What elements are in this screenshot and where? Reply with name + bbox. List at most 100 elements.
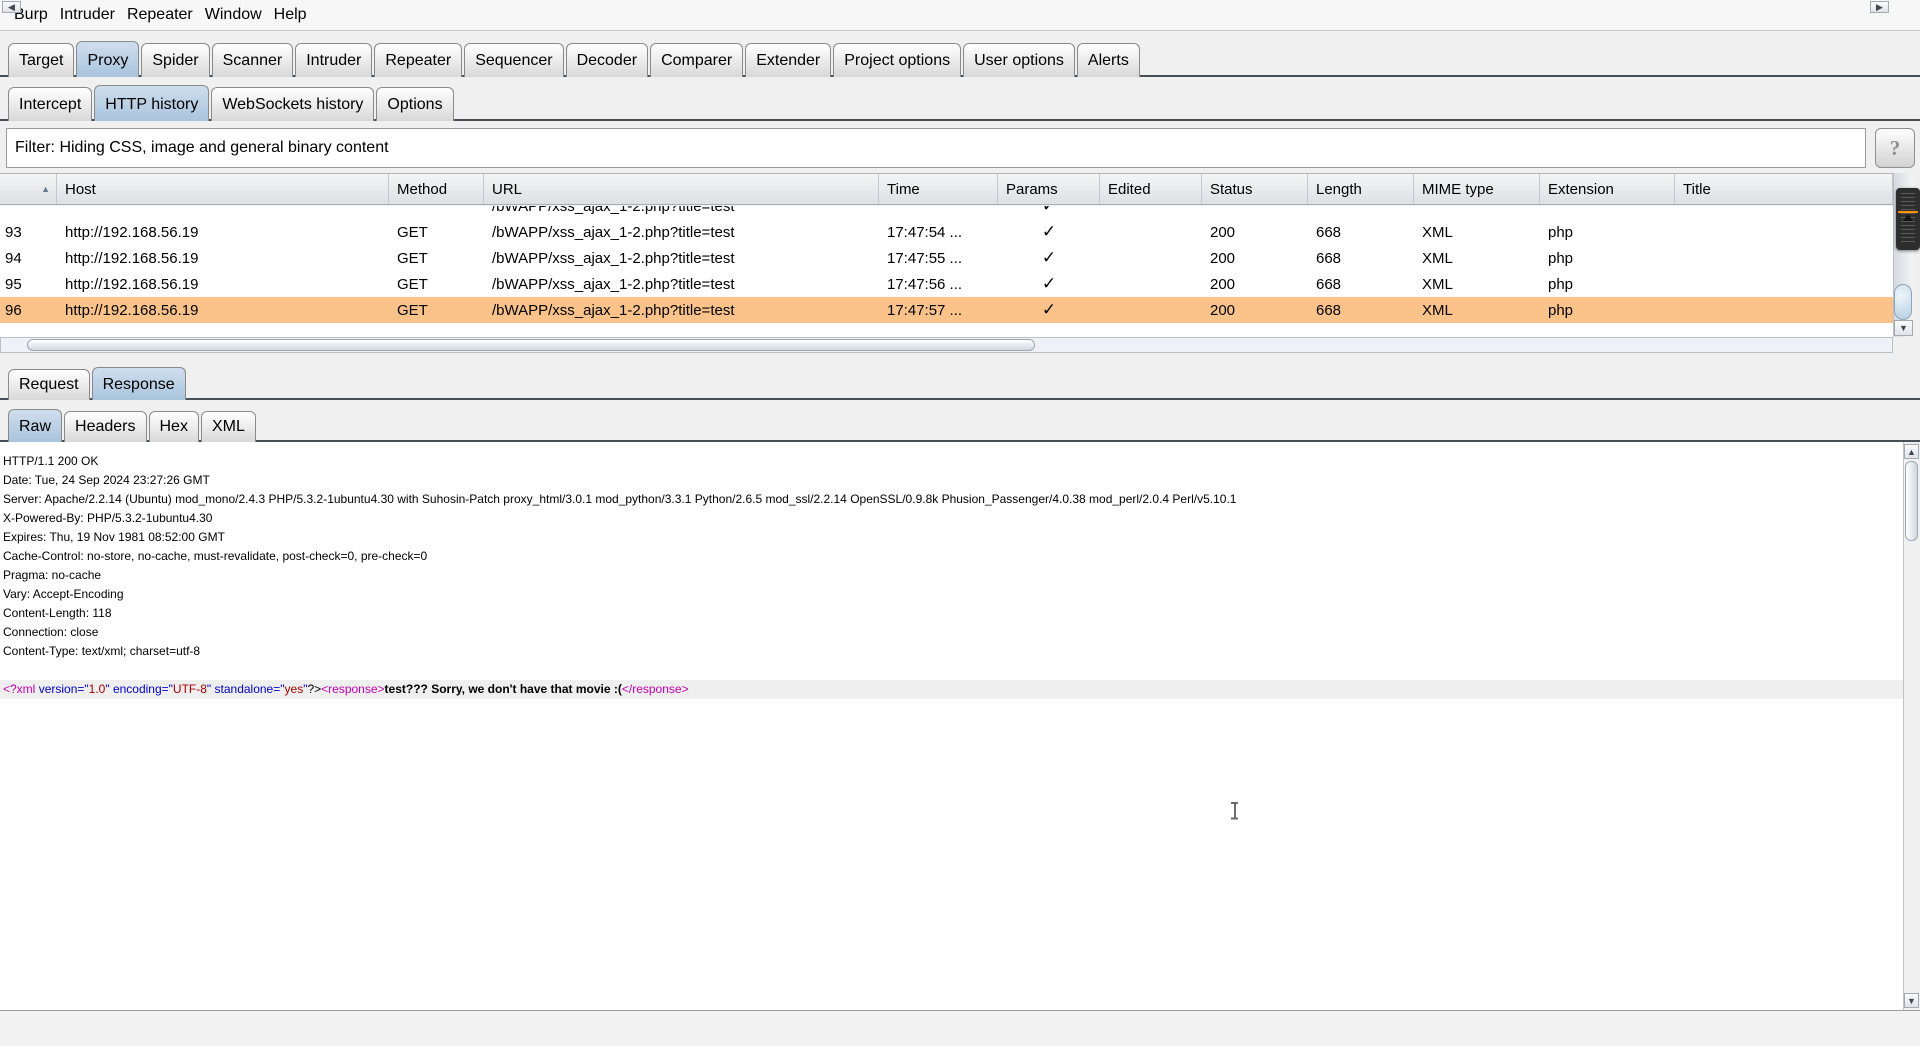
cell-status: 200 <box>1210 223 1236 241</box>
tab-repeater[interactable]: Repeater <box>374 43 463 77</box>
menu-repeater[interactable]: Repeater <box>121 6 199 24</box>
cell-host: http://192.168.56.19 <box>65 249 199 267</box>
column-header-edited[interactable]: Edited <box>1100 174 1202 204</box>
cell-method: GET <box>397 275 428 293</box>
xml-segment-xattr: encoding= <box>112 682 169 696</box>
column-header-method[interactable]: Method <box>389 174 484 204</box>
up-arrow-icon: ▲ <box>1907 446 1916 457</box>
cell-mime: XML <box>1422 301 1453 319</box>
xml-segment-xval: yes <box>284 682 304 696</box>
tab-spider[interactable]: Spider <box>141 43 210 77</box>
response-view-tab-bar: Raw Headers Hex XML <box>8 407 256 442</box>
scroll-position-indicator[interactable] <box>1896 188 1920 250</box>
cell-host: http://192.168.56.19 <box>65 301 199 319</box>
tab-alerts[interactable]: Alerts <box>1076 43 1140 77</box>
response-scroll-down-button[interactable]: ▼ <box>1904 993 1919 1008</box>
detail-tab-divider <box>0 398 1920 400</box>
table-row-95[interactable]: 95 http://192.168.56.19 GET/bWAPP/xss_ajax… <box>0 271 1893 297</box>
column-header-index[interactable]: ▲ <box>0 174 57 204</box>
response-header-line: Pragma: no-cache <box>3 568 102 582</box>
tab-extender[interactable]: Extender <box>745 43 832 77</box>
scroll-left-button[interactable]: ◀ <box>2 1 21 13</box>
view-tab-hex[interactable]: Hex <box>148 411 199 442</box>
detail-tab-response[interactable]: Response <box>91 367 186 400</box>
column-header-time[interactable]: Time <box>879 174 998 204</box>
xml-segment-xtag: <response> <box>321 682 385 696</box>
column-header-title[interactable]: Title <box>1675 174 1893 204</box>
down-arrow-icon: ▼ <box>1907 995 1916 1006</box>
response-raw-view[interactable]: HTTP/1.1 200 OK Date: Tue, 24 Sep 2024 23… <box>0 442 1903 1010</box>
menu-window[interactable]: Window <box>199 6 268 24</box>
column-header-host[interactable]: Host <box>57 174 389 204</box>
column-header-length[interactable]: Length <box>1308 174 1414 204</box>
column-header-mime-type[interactable]: MIME type <box>1414 174 1540 204</box>
xml-segment-xattr: version= <box>38 682 85 696</box>
view-tab-headers[interactable]: Headers <box>64 411 147 442</box>
detail-tab-request[interactable]: Request <box>8 369 90 400</box>
horizontal-scrollbar-thumb[interactable] <box>27 339 1035 351</box>
text-cursor <box>1230 802 1239 819</box>
view-tab-xml[interactable]: XML <box>200 411 256 442</box>
scroll-down-button[interactable]: ▼ <box>1894 320 1913 336</box>
menu-intruder[interactable]: Intruder <box>54 6 121 24</box>
menu-bar: Burp Intruder Repeater Window Help <box>0 0 1920 31</box>
cell-method: GET <box>397 301 428 319</box>
tab-sequencer[interactable]: Sequencer <box>464 43 564 77</box>
scroll-indicator-triangle <box>1903 214 1913 221</box>
xml-segment-xplain: ?> <box>307 682 322 696</box>
cell-url: /bWAPP/xss_ajax_1-2.php?title=test <box>492 275 735 293</box>
tab-scanner[interactable]: Scanner <box>211 43 294 77</box>
table-row-partial[interactable]: /bWAPP/xss_ajax_1-2.php?title=test ✓ <box>0 206 1893 219</box>
tab-proxy[interactable]: Proxy <box>76 41 140 77</box>
tab-user-options[interactable]: User options <box>963 43 1075 77</box>
table-row-94[interactable]: 94 http://192.168.56.19 GET/bWAPP/xss_ajax… <box>0 245 1893 271</box>
filter-help-button[interactable]: ? <box>1875 128 1915 168</box>
table-row-93[interactable]: 93 http://192.168.56.19 GET/bWAPP/xss_ajax… <box>0 219 1893 245</box>
left-arrow-icon: ◀ <box>8 1 15 12</box>
burp-suite-window: Burp Intruder Repeater Window Help Target Pro… <box>0 0 1920 1046</box>
cell-url: /bWAPP/xss_ajax_1-2.php?title=test <box>492 206 735 215</box>
cell-params: ✓ <box>1041 300 1057 319</box>
cell-time: 17:47:54 ... <box>887 223 963 241</box>
tab-project-options[interactable]: Project options <box>833 43 962 77</box>
column-header-url[interactable]: URL <box>484 174 879 204</box>
tab-target[interactable]: Target <box>8 43 75 77</box>
column-header-extension[interactable]: Extension <box>1540 174 1675 204</box>
view-tab-raw[interactable]: Raw <box>8 409 63 442</box>
table-row-96[interactable]: 96 http://192.168.56.19 GET/bWAPP/xss_ajax… <box>0 297 1893 323</box>
vertical-scrollbar-thumb[interactable] <box>1894 284 1912 320</box>
response-body-line: <?xml version="1.0" encoding="UTF-8" sta… <box>0 680 1903 699</box>
column-header-status[interactable]: Status <box>1202 174 1308 204</box>
proxy-tab-bar: Intercept HTTP history WebSockets history O… <box>8 83 454 121</box>
response-header-line: Expires: Thu, 19 Nov 1981 08:52:00 GMT <box>3 530 225 544</box>
tab-decoder[interactable]: Decoder <box>565 43 649 77</box>
scroll-right-button[interactable]: ▶ <box>1870 1 1889 13</box>
cell-url: /bWAPP/xss_ajax_1-2.php?title=test <box>492 301 735 319</box>
response-scrollbar-thumb[interactable] <box>1905 461 1918 541</box>
cell-url: /bWAPP/xss_ajax_1-2.php?title=test <box>492 249 735 267</box>
proxy-tab-intercept[interactable]: Intercept <box>8 87 93 121</box>
table-horizontal-scrollbar[interactable] <box>0 337 1893 353</box>
proxy-tab-http-history[interactable]: HTTP history <box>94 85 210 121</box>
cell-time: 17:47:55 ... <box>887 249 963 267</box>
xml-segment-xattr: " <box>206 682 215 696</box>
scroll-indicator-orange-mark <box>1898 211 1918 213</box>
table-row-partial-content[interactable]: /bWAPP/xss_ajax_1-2.php?title=test ✓ <box>0 206 1893 219</box>
response-header-line: HTTP/1.1 200 OK <box>3 454 99 468</box>
filter-bar[interactable]: Filter: Hiding CSS, image and general bi… <box>6 128 1866 168</box>
cell-status: 200 <box>1210 249 1236 267</box>
cell-extension: php <box>1548 301 1574 319</box>
proxy-tab-websockets-history[interactable]: WebSockets history <box>211 87 375 121</box>
tab-intruder[interactable]: Intruder <box>295 43 373 77</box>
cell-status: 200 <box>1210 275 1236 293</box>
main-tab-bar: Target Proxy Spider Scanner Intruder Repeater… <box>8 39 1140 77</box>
tab-comparer[interactable]: Comparer <box>650 43 744 77</box>
response-scroll-up-button[interactable]: ▲ <box>1904 444 1919 459</box>
response-header-line: Date: Tue, 24 Sep 2024 23:27:26 GMT <box>3 473 210 487</box>
cell-method: GET <box>397 249 428 267</box>
column-header-params[interactable]: Params <box>998 174 1100 204</box>
response-header-line: Connection: close <box>3 625 99 639</box>
proxy-tab-options[interactable]: Options <box>376 87 454 121</box>
menu-help[interactable]: Help <box>268 6 313 24</box>
cell-mime: XML <box>1422 249 1453 267</box>
